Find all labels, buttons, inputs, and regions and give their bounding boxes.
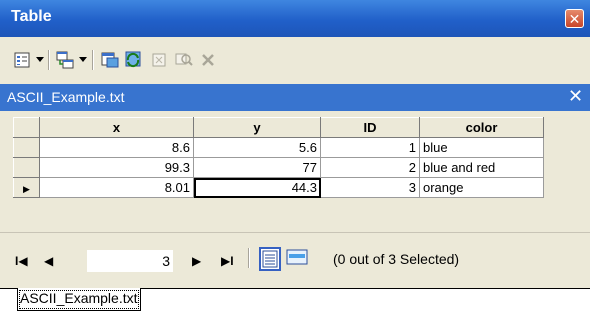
previous-record-icon[interactable]: ◀ bbox=[44, 254, 53, 268]
all-records-icon bbox=[262, 250, 278, 268]
header-selector-cell[interactable] bbox=[13, 117, 40, 138]
switch-selection-icon bbox=[125, 51, 141, 68]
related-tables-button[interactable] bbox=[55, 51, 75, 69]
cell-id[interactable]: 2 bbox=[320, 157, 420, 178]
cell-x[interactable]: 8.01 bbox=[39, 177, 194, 198]
next-record-icon[interactable]: ▶ bbox=[192, 254, 201, 268]
row-selector-current[interactable]: ▶ bbox=[13, 177, 40, 198]
table-tab-header: ASCII_Example.txt ✕ bbox=[0, 84, 590, 111]
column-header-id[interactable]: ID bbox=[320, 117, 420, 138]
cell-id[interactable]: 1 bbox=[320, 137, 420, 158]
table-row[interactable]: 8.6 5.6 1 blue bbox=[13, 137, 544, 158]
related-tables-icon bbox=[56, 51, 74, 69]
show-selected-records-button[interactable] bbox=[286, 248, 308, 268]
cell-x[interactable]: 8.6 bbox=[39, 137, 194, 158]
switch-selection-button[interactable] bbox=[124, 51, 144, 69]
zoom-to-selected-button[interactable] bbox=[174, 51, 194, 69]
cell-x[interactable]: 99.3 bbox=[39, 157, 194, 178]
window-close-button[interactable]: ✕ bbox=[565, 9, 584, 28]
row-selector[interactable] bbox=[13, 157, 40, 178]
column-header-x[interactable]: x bbox=[39, 117, 194, 138]
delete-selected-button[interactable] bbox=[198, 51, 218, 69]
tab-close-icon[interactable]: ✕ bbox=[568, 86, 583, 107]
table-options-dropdown-icon[interactable] bbox=[36, 57, 44, 62]
table-options-button[interactable] bbox=[12, 51, 32, 69]
selection-status-text: (0 out of 3 Selected) bbox=[333, 251, 460, 267]
show-all-records-button[interactable] bbox=[259, 247, 281, 271]
header-row: x y ID color bbox=[13, 117, 544, 138]
toolbar-separator bbox=[92, 50, 94, 70]
related-tables-dropdown-icon[interactable] bbox=[79, 57, 87, 62]
table-tab-title: ASCII_Example.txt bbox=[7, 89, 125, 105]
selected-records-icon bbox=[286, 249, 308, 265]
cell-y[interactable]: 77 bbox=[193, 157, 321, 178]
attribute-table: x y ID color 8.6 5.6 1 blue 99.3 77 2 bl… bbox=[13, 117, 544, 198]
select-by-attributes-icon bbox=[101, 52, 119, 68]
table-row[interactable]: 99.3 77 2 blue and red bbox=[13, 157, 544, 178]
window-titlebar: Table ✕ bbox=[0, 0, 590, 37]
cell-color[interactable]: blue and red bbox=[419, 157, 544, 178]
table-toolbar bbox=[0, 37, 590, 84]
window-title: Table bbox=[11, 8, 52, 25]
table-options-icon bbox=[14, 52, 30, 68]
cell-id[interactable]: 3 bbox=[320, 177, 420, 198]
cell-y-active[interactable]: 44.3 bbox=[193, 177, 321, 198]
select-by-attributes-button[interactable] bbox=[100, 51, 120, 69]
cell-color[interactable]: orange bbox=[419, 177, 544, 198]
toolbar-separator bbox=[48, 50, 50, 70]
clear-selection-icon bbox=[152, 53, 166, 67]
delete-selected-icon bbox=[202, 54, 214, 66]
current-row-indicator-icon: ▶ bbox=[23, 184, 30, 194]
first-record-icon[interactable]: I◀ bbox=[15, 254, 28, 268]
last-record-icon[interactable]: ▶I bbox=[221, 254, 234, 268]
close-icon: ✕ bbox=[568, 10, 581, 27]
row-selector[interactable] bbox=[13, 137, 40, 158]
clear-selection-button[interactable] bbox=[149, 51, 169, 69]
current-record-field[interactable]: 3 bbox=[87, 250, 173, 272]
column-header-y[interactable]: y bbox=[193, 117, 321, 138]
cell-color[interactable]: blue bbox=[419, 137, 544, 158]
column-header-color[interactable]: color bbox=[419, 117, 544, 138]
record-navigation-bar: I◀ ◀ 3 ▶ ▶I (0 out of 3 Selected) bbox=[0, 232, 590, 289]
cell-y[interactable]: 5.6 bbox=[193, 137, 321, 158]
zoom-to-selected-icon bbox=[175, 53, 193, 66]
table-bottom-tab[interactable]: ASCII_Example.txt bbox=[17, 288, 141, 311]
nav-separator bbox=[248, 248, 250, 268]
table-row-current[interactable]: ▶ 8.01 44.3 3 orange bbox=[13, 177, 544, 198]
